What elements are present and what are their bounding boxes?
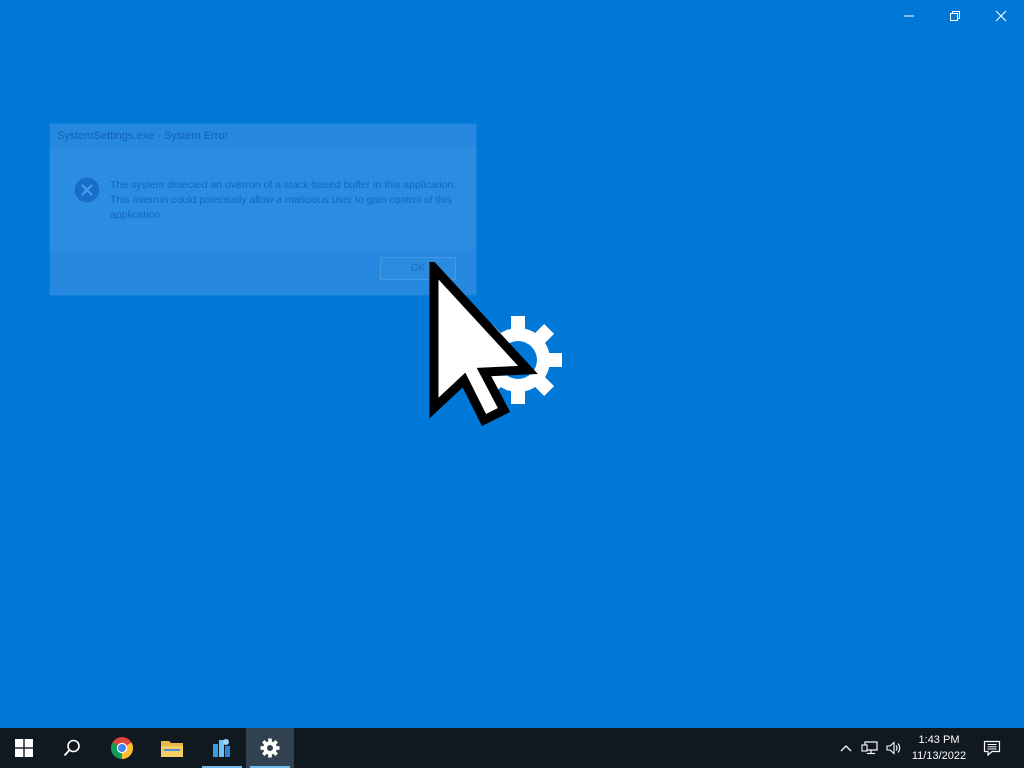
close-button[interactable]	[978, 0, 1024, 32]
network-icon	[861, 741, 878, 755]
dialog-message: The system detected an overrun of a stac…	[110, 179, 457, 221]
volume-button[interactable]	[882, 728, 906, 768]
gear-icon	[260, 738, 280, 758]
volume-icon	[886, 741, 901, 755]
error-x-icon	[73, 176, 101, 204]
restore-button[interactable]	[932, 0, 978, 32]
search-button[interactable]	[48, 728, 96, 768]
chrome-icon	[111, 737, 133, 759]
clock-time: 1:43 PM	[918, 734, 960, 746]
folder-icon	[161, 741, 183, 757]
dialog-title: SystemSettings.exe - System Error	[57, 130, 229, 142]
network-button[interactable]	[858, 728, 882, 768]
minimize-icon	[904, 15, 914, 17]
window-controls	[886, 0, 1024, 32]
search-icon	[63, 739, 80, 757]
chrome-button[interactable]	[98, 728, 146, 768]
error-dialog: SystemSettings.exe - System Error The sy…	[50, 124, 476, 295]
app-button[interactable]	[198, 728, 246, 768]
notification-icon	[983, 740, 1001, 756]
show-hidden-icons-button[interactable]	[834, 728, 858, 768]
restore-icon	[950, 11, 960, 21]
start-button[interactable]	[0, 728, 48, 768]
chevron-up-icon	[840, 745, 852, 752]
app-icon	[213, 739, 230, 757]
close-icon	[995, 10, 1007, 22]
file-explorer-button[interactable]	[148, 728, 196, 768]
dialog-body: The system detected an overrun of a stac…	[50, 148, 476, 251]
desktop: SystemSettings.exe - System Error The sy…	[0, 0, 1024, 768]
minimize-button[interactable]	[886, 0, 932, 32]
taskbar: 1:43 PM 11/13/2022	[0, 728, 1024, 768]
settings-button[interactable]	[246, 728, 294, 768]
cursor-gear-graphic	[429, 262, 562, 427]
clock[interactable]: 1:43 PM 11/13/2022	[904, 732, 974, 764]
clock-date: 11/13/2022	[911, 750, 967, 762]
action-center-button[interactable]	[980, 728, 1004, 768]
windows-logo-icon	[15, 739, 33, 757]
